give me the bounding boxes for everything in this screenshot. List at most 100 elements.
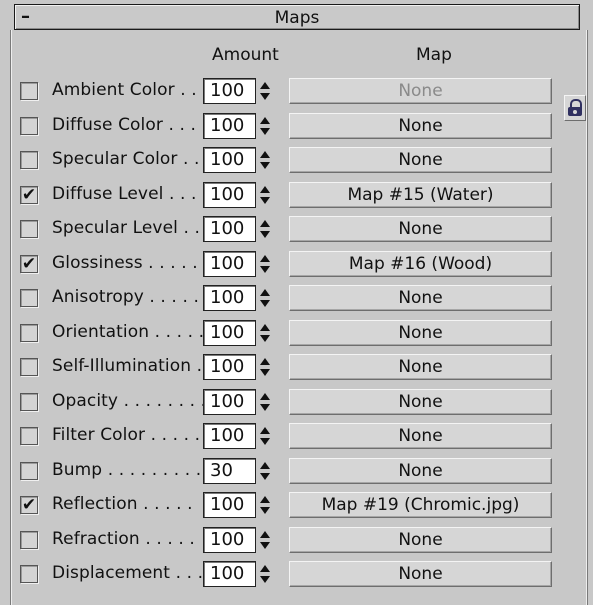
spinner-down-icon[interactable] <box>260 438 270 445</box>
map-enable-checkbox[interactable] <box>20 289 38 307</box>
spinner-down-icon[interactable] <box>260 576 270 583</box>
spinner-up-icon[interactable] <box>260 220 270 227</box>
amount-spinner[interactable] <box>258 321 272 345</box>
spinner-up-icon[interactable] <box>260 531 270 538</box>
map-enable-checkbox[interactable] <box>20 324 38 342</box>
map-row: Opacity . . . . . . . . 100 None <box>0 389 593 419</box>
map-slot-button[interactable]: None <box>289 216 552 242</box>
map-channel-label: Filter Color . . . . . <box>52 425 201 445</box>
map-enable-checkbox[interactable] <box>20 531 38 549</box>
amount-field[interactable]: 100 <box>203 78 256 104</box>
map-slot-button[interactable]: None <box>289 320 552 346</box>
map-enable-checkbox[interactable] <box>20 82 38 100</box>
amount-field[interactable]: 100 <box>203 182 256 208</box>
spinner-down-icon[interactable] <box>260 231 270 238</box>
spinner-up-icon[interactable] <box>260 82 270 89</box>
map-slot-button[interactable]: None <box>289 561 552 587</box>
map-enable-checkbox[interactable] <box>20 393 38 411</box>
map-enable-checkbox[interactable] <box>20 427 38 445</box>
map-slot-button[interactable]: None <box>289 78 552 104</box>
map-enable-checkbox[interactable] <box>20 358 38 376</box>
amount-spinner[interactable] <box>258 252 272 276</box>
amount-spinner[interactable] <box>258 114 272 138</box>
spinner-up-icon[interactable] <box>260 289 270 296</box>
amount-field[interactable]: 100 <box>203 216 256 242</box>
amount-field[interactable]: 100 <box>203 389 256 415</box>
spinner-down-icon[interactable] <box>260 93 270 100</box>
map-channel-label: Specular Level . . <box>52 218 200 238</box>
spinner-down-icon[interactable] <box>260 300 270 307</box>
amount-spinner[interactable] <box>258 528 272 552</box>
map-slot-button[interactable]: None <box>289 354 552 380</box>
amount-spinner[interactable] <box>258 355 272 379</box>
amount-field[interactable]: 100 <box>203 113 256 139</box>
map-slot-button[interactable]: None <box>289 147 552 173</box>
spinner-up-icon[interactable] <box>260 462 270 469</box>
map-enable-checkbox[interactable] <box>20 117 38 135</box>
map-enable-checkbox[interactable] <box>20 462 38 480</box>
spinner-up-icon[interactable] <box>260 565 270 572</box>
amount-spinner[interactable] <box>258 183 272 207</box>
spinner-down-icon[interactable] <box>260 266 270 273</box>
map-row: Specular Level . . 100 None <box>0 216 593 246</box>
spinner-up-icon[interactable] <box>260 117 270 124</box>
spinner-up-icon[interactable] <box>260 358 270 365</box>
spinner-down-icon[interactable] <box>260 404 270 411</box>
amount-spinner[interactable] <box>258 390 272 414</box>
amount-field[interactable]: 100 <box>203 147 256 173</box>
map-row: Specular Color . . 100 None <box>0 147 593 177</box>
spinner-up-icon[interactable] <box>260 393 270 400</box>
amount-spinner[interactable] <box>258 286 272 310</box>
map-slot-button[interactable]: Map #16 (Wood) <box>289 251 552 277</box>
spinner-down-icon[interactable] <box>260 162 270 169</box>
amount-field[interactable]: 100 <box>203 561 256 587</box>
map-slot-button[interactable]: Map #19 (Chromic.jpg) <box>289 492 552 518</box>
amount-field[interactable]: 30 <box>203 458 256 484</box>
map-enable-checkbox[interactable]: ✔ <box>20 186 38 204</box>
map-enable-checkbox[interactable] <box>20 565 38 583</box>
amount-spinner[interactable] <box>258 562 272 586</box>
spinner-down-icon[interactable] <box>260 335 270 342</box>
map-channel-label: Refraction . . . . . <box>52 529 195 549</box>
map-slot-button[interactable]: None <box>289 113 552 139</box>
spinner-down-icon[interactable] <box>260 473 270 480</box>
amount-field[interactable]: 100 <box>203 492 256 518</box>
amount-spinner[interactable] <box>258 459 272 483</box>
amount-field[interactable]: 100 <box>203 251 256 277</box>
spinner-down-icon[interactable] <box>260 507 270 514</box>
map-enable-checkbox[interactable] <box>20 151 38 169</box>
map-slot-button[interactable]: None <box>289 423 552 449</box>
map-enable-checkbox[interactable]: ✔ <box>20 255 38 273</box>
spinner-up-icon[interactable] <box>260 255 270 262</box>
spinner-down-icon[interactable] <box>260 197 270 204</box>
maps-rollout-header[interactable]: – Maps <box>14 4 580 30</box>
map-slot-button[interactable]: None <box>289 285 552 311</box>
spinner-down-icon[interactable] <box>260 542 270 549</box>
spinner-up-icon[interactable] <box>260 427 270 434</box>
spinner-up-icon[interactable] <box>260 496 270 503</box>
amount-field[interactable]: 100 <box>203 285 256 311</box>
amount-spinner[interactable] <box>258 217 272 241</box>
amount-field[interactable]: 100 <box>203 354 256 380</box>
spinner-up-icon[interactable] <box>260 324 270 331</box>
amount-spinner[interactable] <box>258 148 272 172</box>
spinner-up-icon[interactable] <box>260 186 270 193</box>
amount-field[interactable]: 100 <box>203 320 256 346</box>
map-enable-checkbox[interactable]: ✔ <box>20 496 38 514</box>
map-slot-button[interactable]: None <box>289 389 552 415</box>
map-channel-label: Specular Color . . <box>52 149 200 169</box>
map-enable-checkbox[interactable] <box>20 220 38 238</box>
spinner-down-icon[interactable] <box>260 128 270 135</box>
amount-field[interactable]: 100 <box>203 423 256 449</box>
spinner-down-icon[interactable] <box>260 369 270 376</box>
map-slot-button[interactable]: Map #15 (Water) <box>289 182 552 208</box>
amount-spinner[interactable] <box>258 79 272 103</box>
map-slot-button[interactable]: None <box>289 458 552 484</box>
amount-spinner[interactable] <box>258 493 272 517</box>
amount-field[interactable]: 100 <box>203 527 256 553</box>
spinner-up-icon[interactable] <box>260 151 270 158</box>
map-row: ✔ Glossiness . . . . . 100 Map #16 (Wood) <box>0 251 593 281</box>
map-slot-button[interactable]: None <box>289 527 552 553</box>
map-row: ✔ Diffuse Level . . . 100 Map #15 (Water) <box>0 182 593 212</box>
amount-spinner[interactable] <box>258 424 272 448</box>
